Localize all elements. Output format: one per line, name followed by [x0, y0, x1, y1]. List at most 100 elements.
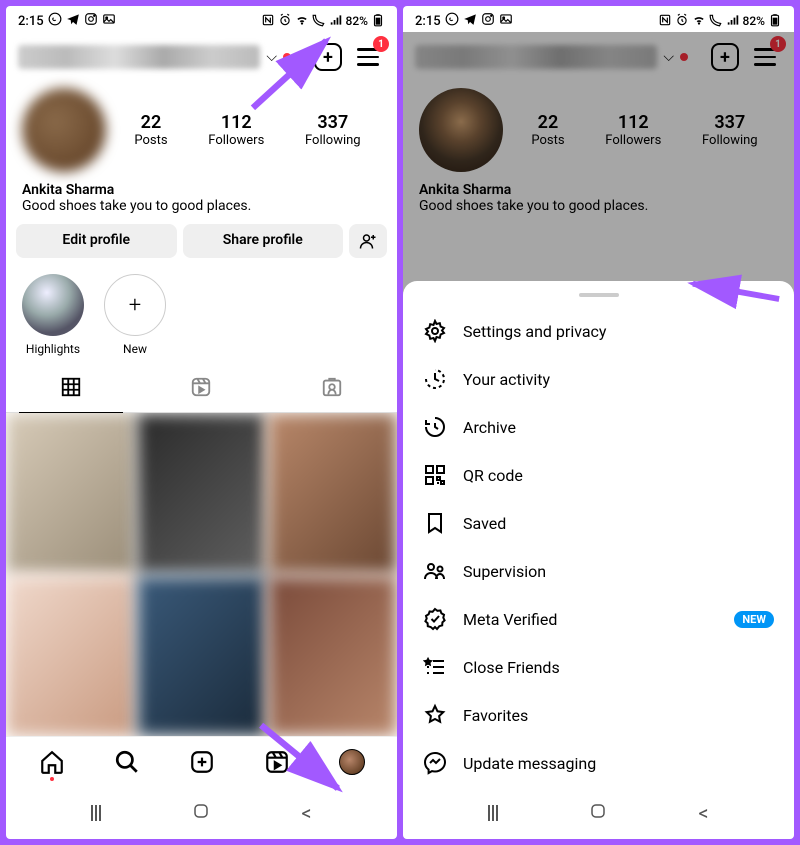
sheet-handle[interactable] — [579, 293, 619, 297]
display-name: Ankita Sharma — [22, 182, 381, 198]
bookmark-icon — [423, 511, 447, 535]
posts-grid — [6, 413, 397, 736]
menu-favorites[interactable]: Favorites — [403, 691, 794, 739]
search-icon — [114, 749, 140, 775]
post-thumb[interactable] — [6, 413, 135, 574]
wifi-icon — [295, 13, 309, 30]
status-time: 2:15 — [18, 14, 44, 29]
list-star-icon — [423, 655, 447, 679]
avatar-icon — [339, 749, 365, 775]
menu-button[interactable]: 1 — [351, 40, 385, 74]
back-button[interactable]: < — [698, 801, 708, 825]
whatsapp-icon — [445, 12, 459, 30]
hamburger-icon — [357, 48, 379, 66]
highlight-thumb — [22, 274, 84, 336]
share-profile-button[interactable]: Share profile — [183, 224, 344, 258]
recent-apps-button[interactable] — [91, 805, 101, 821]
system-nav: < — [403, 787, 794, 839]
menu-label: Favorites — [463, 706, 528, 725]
menu-label: Meta Verified — [463, 610, 557, 629]
battery-icon — [768, 13, 782, 30]
menu-close-friends[interactable]: Close Friends — [403, 643, 794, 691]
menu-your-activity[interactable]: Your activity — [403, 355, 794, 403]
menu-label: Your activity — [463, 370, 550, 389]
nav-profile[interactable] — [337, 747, 367, 777]
instagram-icon — [481, 12, 495, 30]
posts-stat[interactable]: 22 Posts — [134, 112, 167, 148]
highlight-new-label: New — [123, 342, 147, 356]
followers-count: 112 — [208, 112, 264, 133]
menu-label: Close Friends — [463, 658, 560, 677]
following-count: 337 — [305, 112, 361, 133]
menu-label: QR code — [463, 466, 523, 485]
verified-icon — [423, 607, 447, 631]
back-button[interactable]: < — [301, 801, 311, 825]
status-bar: 2:15 82% — [6, 6, 397, 36]
nav-reels[interactable] — [262, 747, 292, 777]
plus-square-icon: + — [314, 43, 342, 71]
plus-square-icon — [189, 749, 215, 775]
system-nav: < — [6, 787, 397, 839]
post-thumb[interactable] — [268, 576, 397, 737]
posts-label: Posts — [134, 133, 167, 148]
menu-saved[interactable]: Saved — [403, 499, 794, 547]
username-blurred[interactable] — [18, 45, 260, 69]
grid-icon — [60, 376, 82, 398]
home-button[interactable] — [589, 802, 607, 824]
plus-circle-icon: + — [104, 274, 166, 336]
menu-meta-verified[interactable]: Meta Verified NEW — [403, 595, 794, 643]
home-button[interactable] — [192, 802, 210, 824]
post-thumb[interactable] — [268, 413, 397, 574]
nav-create[interactable] — [187, 747, 217, 777]
discover-people-button[interactable] — [349, 224, 387, 258]
star-icon — [423, 703, 447, 727]
menu-qr-code[interactable]: QR code — [403, 451, 794, 499]
tab-grid[interactable] — [6, 366, 136, 412]
highlight-label: Highlights — [26, 342, 80, 356]
account-switch-dot — [283, 53, 291, 61]
profile-avatar[interactable] — [22, 88, 106, 172]
menu-settings-privacy[interactable]: Settings and privacy — [403, 307, 794, 355]
nav-search[interactable] — [112, 747, 142, 777]
bio-text: Good shoes take you to good places. — [22, 198, 381, 214]
post-thumb[interactable] — [6, 576, 135, 737]
edit-profile-button[interactable]: Edit profile — [16, 224, 177, 258]
messenger-icon — [423, 751, 447, 775]
battery-icon — [371, 13, 385, 30]
highlight-new[interactable]: + New — [104, 274, 166, 356]
volte-icon — [709, 13, 723, 30]
following-stat[interactable]: 337 Following — [305, 112, 361, 148]
battery-percent: 82% — [346, 14, 368, 28]
phone-screenshot-1: 2:15 82% ⌵ — [6, 6, 397, 839]
profile-tabs — [6, 366, 397, 413]
tab-reels[interactable] — [136, 366, 266, 412]
archive-icon — [423, 415, 447, 439]
menu-update-messaging[interactable]: Update messaging — [403, 739, 794, 787]
alarm-icon — [675, 13, 689, 30]
activity-icon — [423, 367, 447, 391]
recent-apps-button[interactable] — [488, 805, 498, 821]
followers-label: Followers — [208, 133, 264, 148]
gallery-icon — [102, 12, 116, 30]
gear-icon — [423, 319, 447, 343]
following-label: Following — [305, 133, 361, 148]
profile-actions: Edit profile Share profile — [6, 224, 397, 270]
profile-stats-row: 22 Posts 112 Followers 337 Following — [6, 82, 397, 178]
new-badge: NEW — [734, 611, 774, 628]
chevron-down-icon[interactable]: ⌵ — [266, 49, 277, 65]
phone-screenshot-2: 2:15 82% ⌵ + 1 — [403, 6, 794, 839]
menu-archive[interactable]: Archive — [403, 403, 794, 451]
add-person-icon — [359, 232, 377, 250]
tab-tagged[interactable] — [267, 366, 397, 412]
gallery-icon — [499, 12, 513, 30]
menu-supervision[interactable]: Supervision — [403, 547, 794, 595]
signal-icon — [329, 13, 343, 30]
post-thumb[interactable] — [137, 576, 266, 737]
post-thumb[interactable] — [137, 413, 266, 574]
wifi-icon — [692, 13, 706, 30]
create-button[interactable]: + — [311, 40, 345, 74]
nfc-icon — [658, 13, 672, 30]
highlight-item[interactable]: Highlights — [22, 274, 84, 356]
followers-stat[interactable]: 112 Followers — [208, 112, 264, 148]
nav-home[interactable] — [37, 747, 67, 777]
